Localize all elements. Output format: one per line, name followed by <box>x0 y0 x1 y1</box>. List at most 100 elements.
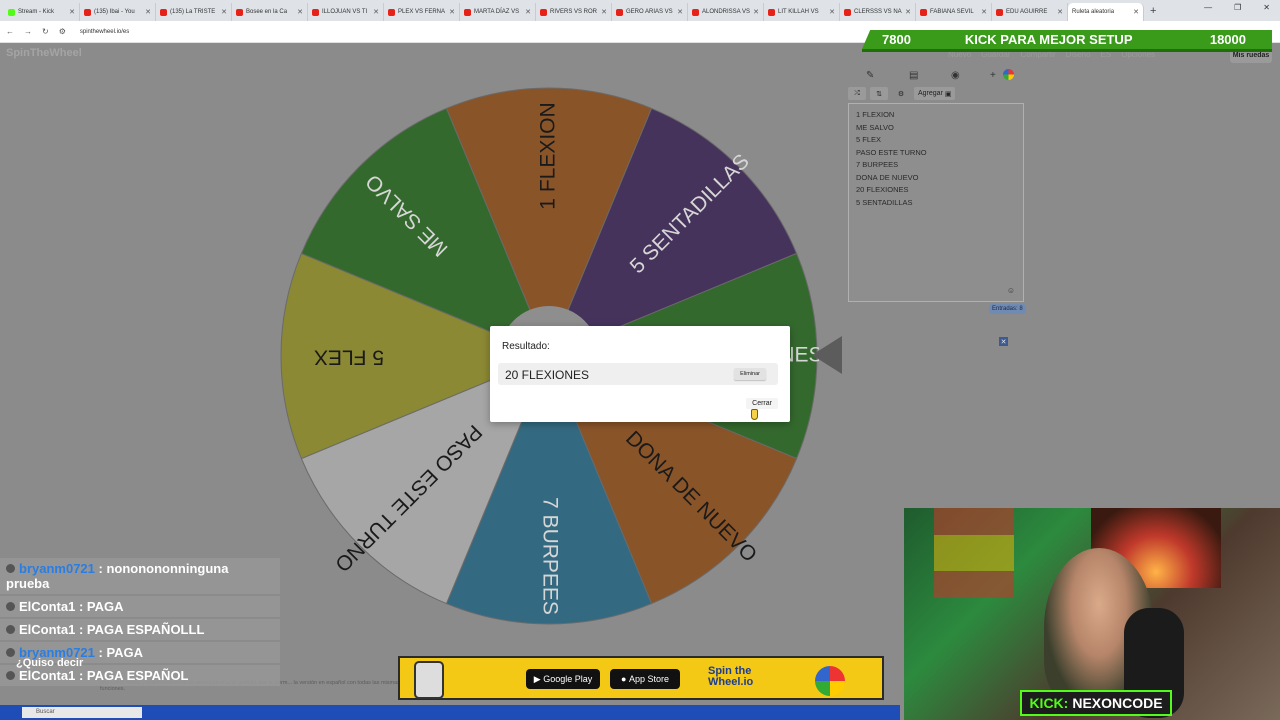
shuffle-button[interactable]: ⤮ <box>848 87 866 100</box>
banner-text: KICK PARA MEJOR SETUP <box>964 32 1133 47</box>
tab-title: (135) La TRISTE <box>170 9 216 15</box>
browser-tab[interactable]: Stream - Kick ✕ <box>4 3 80 21</box>
close-tab-icon[interactable]: ✕ <box>1055 8 1063 16</box>
user-avatar-icon <box>6 602 15 611</box>
entry-line: PASO ESTE TURNO <box>856 147 927 157</box>
entries-textarea[interactable]: 1 FLEXION ME SALVO 5 FLEX PASO ESTE TURNO 7 … <box>848 103 1024 302</box>
browser-tab[interactable]: GERO ARIAS VS ✕ <box>612 3 688 21</box>
user-avatar-icon <box>6 671 15 680</box>
tab-title: GERO ARIAS VS <box>626 9 673 15</box>
clipboard-icon[interactable]: ▤ <box>909 70 918 81</box>
tab-title: Bosee en la Ca <box>246 9 288 15</box>
close-tab-icon[interactable]: ✕ <box>143 8 151 16</box>
reload-icon[interactable]: ↻ <box>42 27 49 36</box>
kick-banner: 7800 KICK PARA MEJOR SETUP 18000 <box>862 30 1272 49</box>
tab-title: MARTA DÍAZ VS <box>474 9 520 15</box>
app-store-button[interactable]: ● App Store <box>610 669 680 689</box>
close-tab-icon[interactable]: ✕ <box>903 8 911 16</box>
wheel-pointer-icon <box>812 336 842 374</box>
tab-title: RIVERS VS ROR <box>550 9 598 15</box>
youtube-icon <box>312 8 319 16</box>
browser-tab[interactable]: Bosee en la Ca ✕ <box>232 3 308 21</box>
youtube-icon <box>464 8 471 16</box>
close-button[interactable]: Cerrar <box>746 398 778 409</box>
close-tab-icon[interactable]: ✕ <box>67 8 75 16</box>
close-tab-icon[interactable]: ✕ <box>447 8 455 16</box>
chat-text: : PAGA <box>75 599 124 614</box>
browser-tab[interactable]: ALONDRISSA VS ✕ <box>688 3 764 21</box>
new-tab-icon[interactable]: + <box>1150 5 1156 17</box>
forward-icon[interactable]: → <box>24 27 32 36</box>
close-tab-icon[interactable]: ✕ <box>523 8 531 16</box>
eye-hidden-icon[interactable]: ◉ <box>951 70 960 81</box>
browser-tab[interactable]: RIVERS VS ROR ✕ <box>536 3 612 21</box>
wheel-segment-label: 1 FLEXION <box>537 102 560 209</box>
add-icon[interactable]: + <box>990 70 996 81</box>
youtube-icon <box>692 8 699 16</box>
pencil-icon[interactable]: ✎ <box>866 70 874 81</box>
close-icon[interactable]: ✕ <box>999 337 1008 346</box>
browser-tab[interactable]: ILLOJUAN VS TI ✕ <box>308 3 384 21</box>
brand-line-2: Wheel.io <box>708 676 754 688</box>
close-tab-icon[interactable]: ✕ <box>675 8 683 16</box>
browser-tab[interactable]: CLERSSS VS NA ✕ <box>840 3 916 21</box>
entry-line: ME SALVO <box>856 122 894 132</box>
close-tab-icon[interactable]: ✕ <box>219 8 227 16</box>
mouse-cursor-icon <box>751 409 758 420</box>
url-field[interactable]: spinthewheel.io/es <box>80 29 129 35</box>
close-window-icon[interactable]: ✕ <box>1263 3 1270 12</box>
user-avatar-icon <box>6 564 15 573</box>
window-controls: — ❐ ✕ <box>1204 3 1270 12</box>
browser-tab[interactable]: PLEX VS FERNA ✕ <box>384 3 460 21</box>
app-logo[interactable]: SpinTheWheel <box>6 47 82 59</box>
add-image-button[interactable]: Agregar ▣ <box>914 87 956 100</box>
taskbar-search[interactable]: Buscar <box>22 707 142 718</box>
youtube-icon <box>844 8 851 16</box>
sort-icon: ⇅ <box>876 90 882 98</box>
close-tab-icon[interactable]: ✕ <box>599 8 607 16</box>
browser-tab[interactable]: EDU AGUIRRE ✕ <box>992 3 1068 21</box>
chat-username: ElConta1 <box>19 668 76 683</box>
browser-tab[interactable]: LIT KILLAH VS ✕ <box>764 3 840 21</box>
close-tab-icon[interactable]: ✕ <box>371 8 379 16</box>
maximize-icon[interactable]: ❐ <box>1234 3 1241 12</box>
webcam-feed <box>904 508 1280 720</box>
color-wheel-icon[interactable] <box>1003 69 1014 80</box>
minimize-icon[interactable]: — <box>1204 3 1212 12</box>
close-tab-icon[interactable]: ✕ <box>827 8 835 16</box>
image-icon: ▣ <box>944 90 952 98</box>
browser-tab[interactable]: (135) Ibai - You ✕ <box>80 3 156 21</box>
tab-title: ALONDRISSA VS <box>702 9 751 15</box>
youtube-icon <box>236 8 243 16</box>
settings-icon: ⚙ <box>897 90 905 98</box>
chat-message: ElConta1 : PAGA <box>0 596 280 617</box>
banner-right-number: 18000 <box>1209 32 1246 47</box>
entry-line: 5 FLEX <box>856 135 882 144</box>
browser-tab[interactable]: (135) La TRISTE ✕ <box>156 3 232 21</box>
close-tab-icon[interactable]: ✕ <box>295 8 303 16</box>
settings-button[interactable]: ⚙ <box>892 87 910 100</box>
sort-button[interactable]: ⇅ <box>870 87 888 100</box>
remove-button[interactable]: Eliminar <box>734 368 766 380</box>
back-icon[interactable]: ← <box>6 27 14 36</box>
close-tab-icon[interactable]: ✕ <box>1131 8 1139 16</box>
entry-line: 20 FLEXIONES <box>856 185 909 194</box>
browser-tab[interactable]: MARTA DÍAZ VS ✕ <box>460 3 536 21</box>
tab-title: (135) Ibai - You <box>94 9 135 15</box>
close-tab-icon[interactable]: ✕ <box>979 8 987 16</box>
chat-message: ElConta1 : PAGA ESPAÑOLLL <box>0 619 280 640</box>
google-play-button[interactable]: ▶ Google Play <box>526 669 600 689</box>
tab-title: Ruleta aleatoria <box>1072 9 1115 15</box>
chat-message: bryanm0721 : nononononninguna prueba <box>0 558 280 594</box>
youtube-icon <box>388 8 395 16</box>
tab-title: CLERSSS VS NA <box>854 9 902 15</box>
youtube-icon <box>540 8 547 16</box>
emoji-icon[interactable]: ☺ <box>1007 286 1015 295</box>
close-tab-icon[interactable]: ✕ <box>751 8 759 16</box>
site-info-icon[interactable]: ⚙ <box>59 27 66 36</box>
browser-tab[interactable]: FABIANA SEVIL ✕ <box>916 3 992 21</box>
app-ad-banner[interactable]: ▶ Google Play ● App Store Spin the Wheel.… <box>398 656 884 700</box>
chat-hint: ¿Quiso decir <box>16 657 84 669</box>
chat-username: bryanm0721 <box>19 561 95 576</box>
browser-tab[interactable]: Ruleta aleatoria ✕ <box>279 3 1144 50</box>
